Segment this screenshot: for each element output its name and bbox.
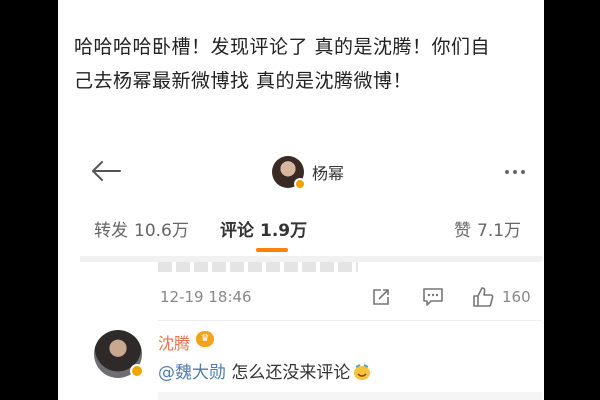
divider: [158, 320, 542, 321]
avatar[interactable]: [272, 156, 306, 190]
comment-icon: [423, 288, 443, 306]
comment-timestamp: 12-19 18:46: [160, 288, 252, 306]
share-icon: [373, 289, 389, 305]
weibo-post-card: 哈哈哈哈卧槽！发现评论了 真的是沈腾！你们自 己去杨幂最新微博找 真的是沈腾微博…: [58, 0, 544, 400]
share-button[interactable]: [368, 284, 394, 310]
tab-comment[interactable]: 评论 1.9万: [220, 216, 307, 241]
comment-button[interactable]: [420, 284, 446, 310]
comment-body: 怎么还没来评论: [226, 363, 351, 383]
comment-author[interactable]: 沈腾: [158, 330, 190, 354]
tab-bar: 转发 10.6万 评论 1.9万 赞 7.1万: [80, 202, 542, 256]
comment-text: @魏大勋 怎么还没来评论: [158, 358, 372, 386]
post-text-line-2: 己去杨幂最新微博找 真的是沈腾微博！: [74, 70, 413, 92]
profile-chip[interactable]: 杨幂: [272, 155, 344, 190]
comment-meta-row: 12-19 18:46 160: [80, 280, 542, 314]
post-text-line-1: 哈哈哈哈卧槽！发现评论了 真的是沈腾！你们自: [74, 36, 491, 58]
commenter-avatar[interactable]: [94, 330, 144, 378]
comment-reply-box: [158, 392, 542, 400]
vip-crown-icon: ♛: [196, 331, 214, 347]
post-text: 哈哈哈哈卧槽！发现评论了 真的是沈腾！你们自 己去杨幂最新微博找 真的是沈腾微博…: [74, 30, 534, 98]
embedded-screenshot: 杨幂 转发 10.6万 评论 1.9万 赞 7.1万 12-19 18:46 1…: [80, 140, 542, 400]
more-button[interactable]: [500, 160, 530, 184]
embed-header: 杨幂: [80, 140, 542, 202]
more-dots-icon: [505, 170, 509, 174]
laughing-emoji-icon: [352, 363, 372, 386]
thumbs-up-icon: [473, 287, 494, 307]
comment-item: 沈腾 ♛ @魏大勋 怎么还没来评论: [80, 326, 542, 400]
active-tab-indicator: [256, 248, 288, 252]
mention-link[interactable]: @魏大勋: [158, 363, 226, 383]
verified-badge-icon: [294, 178, 306, 190]
tab-like[interactable]: 赞 7.1万: [454, 216, 521, 241]
like-button[interactable]: [470, 284, 496, 310]
cropped-comment-text: [158, 262, 358, 272]
profile-name[interactable]: 杨幂: [312, 160, 344, 184]
back-button[interactable]: [86, 154, 126, 188]
arrow-left-icon: [92, 161, 121, 181]
verified-badge-icon: [130, 364, 144, 378]
like-count: 160: [502, 288, 531, 306]
tab-repost[interactable]: 转发 10.6万: [94, 216, 189, 241]
